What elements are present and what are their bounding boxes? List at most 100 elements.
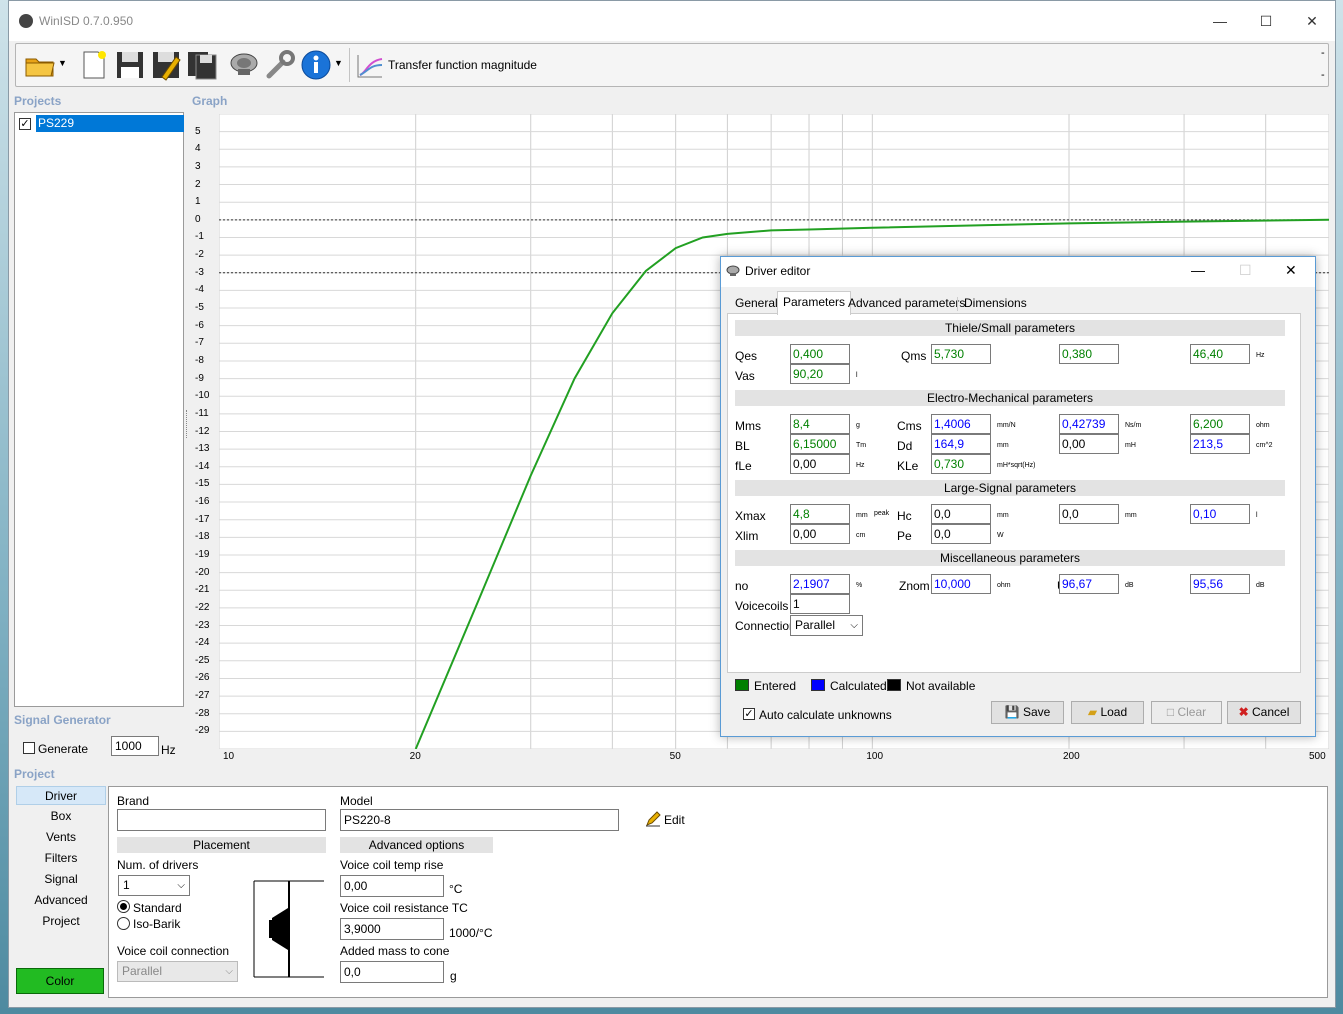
nav-item-advanced[interactable]: Advanced [16, 891, 106, 910]
brand-input[interactable] [117, 809, 326, 831]
param-label-znom: Znom [899, 579, 930, 593]
param-input-spl[interactable]: 95,56 [1190, 574, 1250, 594]
param-input-xmax[interactable]: 4,8 [790, 504, 850, 524]
generate-checkbox[interactable] [23, 742, 35, 754]
param-input-sd[interactable]: 213,5 [1190, 434, 1250, 454]
x-tick-label: 10 [223, 751, 235, 762]
open-dropdown-arrow-icon[interactable]: ▼ [58, 58, 67, 68]
generate-label: Generate [38, 742, 89, 756]
param-input-voicecoils[interactable]: 1 [790, 594, 850, 614]
param-input-qms[interactable]: 5,730 [931, 344, 991, 364]
y-tick-label: -23 [195, 619, 210, 631]
frequency-input[interactable] [111, 736, 159, 756]
new-project-icon[interactable] [78, 49, 110, 81]
param-input-fs[interactable]: 46,40 [1190, 344, 1250, 364]
standard-radio[interactable] [117, 900, 130, 913]
param-unit2-xmax: peak [874, 510, 890, 517]
param-input-cms[interactable]: 1,4006 [931, 414, 991, 434]
param-input-dd[interactable]: 164,9 [931, 434, 991, 454]
tab-parameters[interactable]: Parameters [777, 291, 852, 315]
param-unit-cms: mm/N [997, 422, 1016, 429]
param-input-fle[interactable]: 0,00 [790, 454, 850, 474]
driver-icon[interactable] [228, 49, 260, 81]
param-input-qes[interactable]: 0,400 [790, 344, 850, 364]
y-tick-label: 4 [195, 143, 201, 155]
project-checkbox[interactable]: ✓ [19, 118, 31, 130]
minimize-button[interactable]: — [1205, 11, 1235, 31]
projects-label: Projects [14, 94, 62, 108]
info-icon[interactable] [300, 49, 332, 81]
y-tick-label: -13 [195, 443, 210, 455]
num-drivers-label: Num. of drivers [117, 858, 199, 872]
legend-entered-swatch [735, 679, 749, 691]
y-tick-label: -28 [195, 707, 210, 719]
edit-button[interactable]: Edit [664, 813, 685, 827]
projects-list[interactable] [14, 112, 184, 707]
color-button[interactable]: Color [16, 968, 104, 994]
edit-pencil-icon[interactable] [645, 811, 661, 827]
param-input-vd[interactable]: 0,10 [1190, 504, 1250, 524]
param-input-rms[interactable]: 0,42739 [1059, 414, 1119, 434]
param-label-no: no [735, 579, 749, 593]
y-tick-label: -16 [195, 496, 210, 508]
nav-item-project[interactable]: Project [16, 912, 106, 931]
param-input-kle[interactable]: 0,730 [931, 454, 991, 474]
tab-general[interactable]: General [730, 293, 783, 313]
save-all-icon[interactable] [186, 49, 218, 81]
cancel-button[interactable]: ✖ Cancel [1227, 701, 1301, 724]
tab-dimensions[interactable]: Dimensions [959, 293, 1032, 313]
connection-select[interactable]: Parallel ⌵ [790, 615, 863, 636]
dialog-minimize-button[interactable]: — [1191, 262, 1205, 278]
maximize-button[interactable]: ☐ [1251, 11, 1281, 31]
param-input-mms[interactable]: 8,4 [790, 414, 850, 434]
y-tick-label: -6 [195, 319, 204, 331]
isobarik-radio[interactable] [117, 917, 130, 930]
param-input-znom[interactable]: 10,000 [931, 574, 991, 594]
y-tick-label: -11 [195, 407, 209, 419]
splitter-handle[interactable] [186, 410, 190, 438]
dialog-close-button[interactable]: ✕ [1285, 262, 1297, 279]
tab-advanced-parameters[interactable]: Advanced parameters [843, 293, 970, 313]
param-input-pe[interactable]: 0,0 [931, 524, 991, 544]
chevron-down-icon: ⌵ [850, 620, 858, 631]
save-as-icon[interactable] [150, 49, 182, 81]
nav-item-vents[interactable]: Vents [16, 828, 106, 847]
open-folder-icon[interactable] [24, 49, 56, 81]
vc-temp-input[interactable] [340, 875, 444, 897]
param-input-hg[interactable]: 0,0 [1059, 504, 1119, 524]
added-mass-input[interactable] [340, 961, 444, 983]
save-icon[interactable] [114, 49, 146, 81]
param-unit-le: mH [1125, 442, 1136, 449]
info-dropdown-arrow-icon[interactable]: ▼ [334, 58, 343, 68]
vc-temp-label: Voice coil temp rise [340, 858, 444, 872]
model-input[interactable] [340, 809, 619, 831]
param-input-xlim[interactable]: 0,00 [790, 524, 850, 544]
param-input-uspl[interactable]: 96,67 [1059, 574, 1119, 594]
nav-item-signal[interactable]: Signal [16, 870, 106, 889]
auto-calc-label: Auto calculate unknowns [759, 708, 892, 722]
param-input-re[interactable]: 6,200 [1190, 414, 1250, 434]
vc-res-tc-input[interactable] [340, 918, 444, 940]
param-input-vas[interactable]: 90,20 [790, 364, 850, 384]
graph-type-label[interactable]: Transfer function magnitude [388, 58, 537, 72]
vc-res-tc-unit: 1000/°C [449, 926, 493, 940]
param-input-no[interactable]: 2,1907 [790, 574, 850, 594]
load-button[interactable]: ▰ Load [1071, 701, 1144, 724]
save-button[interactable]: 💾 Save [991, 701, 1064, 724]
close-button[interactable]: ✕ [1297, 11, 1327, 31]
project-item[interactable]: PS229 [36, 115, 184, 132]
tools-wrench-icon[interactable] [264, 49, 296, 81]
y-tick-label: -7 [195, 337, 204, 349]
param-input-le[interactable]: 0,00 [1059, 434, 1119, 454]
num-drivers-select[interactable]: 1 ⌵ [118, 875, 190, 896]
nav-item-filters[interactable]: Filters [16, 849, 106, 868]
nav-item-box[interactable]: Box [16, 807, 106, 826]
auto-calc-checkbox[interactable]: ✓ [743, 708, 755, 720]
load-button-label: Load [1100, 705, 1128, 719]
y-tick-label: -14 [195, 460, 210, 472]
param-input-qts[interactable]: 0,380 [1059, 344, 1119, 364]
param-input-bl[interactable]: 6,15000 [790, 434, 850, 454]
param-input-hc[interactable]: 0,0 [931, 504, 991, 524]
transfer-function-graph-icon[interactable] [356, 53, 384, 79]
nav-item-driver[interactable]: Driver [16, 786, 106, 805]
